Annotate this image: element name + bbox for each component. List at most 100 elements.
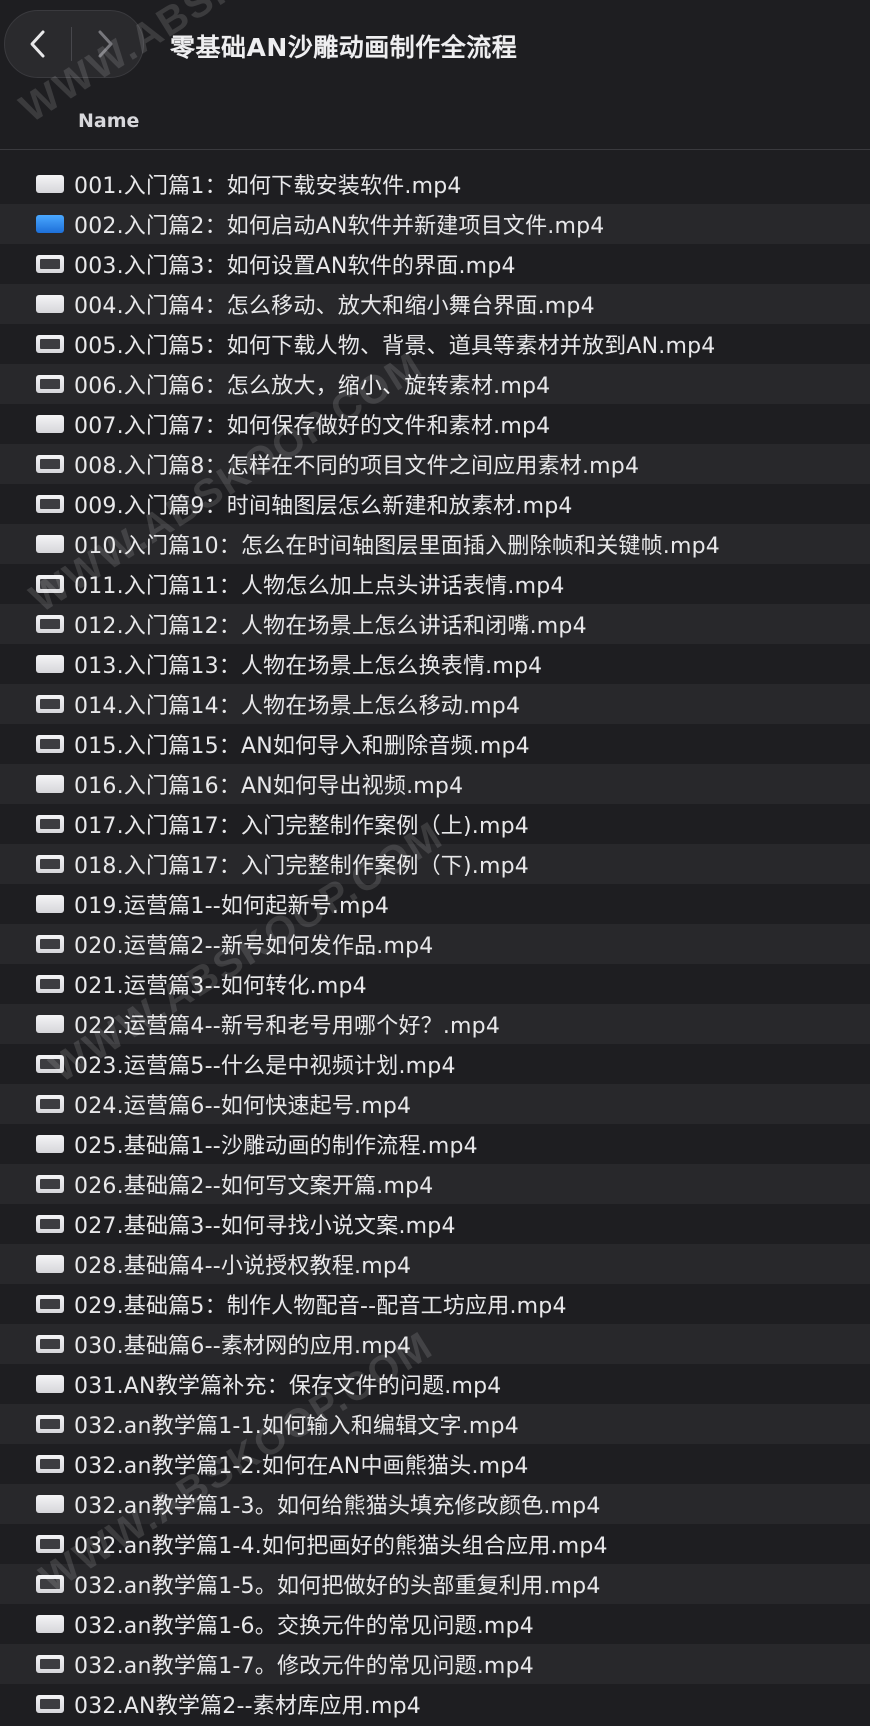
file-name: 011.入门篇11：人物怎么加上点头讲话表情.mp4: [74, 574, 565, 599]
file-row[interactable]: 032.an教学篇1-6。交换元件的常见问题.mp4: [0, 1604, 870, 1644]
file-row[interactable]: 024.运营篇6--如何快速起号.mp4: [0, 1084, 870, 1124]
file-row[interactable]: 029.基础篇5：制作人物配音--配音工坊应用.mp4: [0, 1284, 870, 1324]
file-row[interactable]: 025.基础篇1--沙雕动画的制作流程.mp4: [0, 1124, 870, 1164]
file-row[interactable]: 032.AN教学篇2--素材库应用.mp4: [0, 1684, 870, 1724]
file-row[interactable]: 017.入门篇17：入门完整制作案例（上).mp4: [0, 804, 870, 844]
file-name: 026.基础篇2--如何写文案开篇.mp4: [74, 1174, 434, 1199]
file-row[interactable]: 032.an教学篇1-2.如何在AN中画熊猫头.mp4: [0, 1444, 870, 1484]
file-name: 013.入门篇13：人物在场景上怎么换表情.mp4: [74, 654, 543, 679]
file-name: 032.an教学篇1-1.如何输入和编辑文字.mp4: [74, 1414, 519, 1439]
file-row[interactable]: 014.入门篇14：人物在场景上怎么移动.mp4: [0, 684, 870, 724]
video-file-icon: [36, 695, 64, 713]
video-file-icon: [36, 335, 64, 353]
chevron-right-icon: [98, 30, 113, 58]
file-name: 010.入门篇10：怎么在时间轴图层里面插入删除帧和关键帧.mp4: [74, 534, 720, 559]
file-row[interactable]: 015.入门篇15：AN如何导入和删除音频.mp4: [0, 724, 870, 764]
file-row[interactable]: 021.运营篇3--如何转化.mp4: [0, 964, 870, 1004]
file-name: 003.入门篇3：如何设置AN软件的界面.mp4: [74, 254, 516, 279]
file-row[interactable]: 008.入门篇8：怎样在不同的项目文件之间应用素材.mp4: [0, 444, 870, 484]
file-name: 032.AN教学篇2--素材库应用.mp4: [74, 1694, 421, 1719]
video-file-icon: [36, 775, 64, 793]
video-file-icon: [36, 175, 64, 193]
file-row[interactable]: 002.入门篇2：如何启动AN软件并新建项目文件.mp4: [0, 204, 870, 244]
back-button[interactable]: [5, 11, 71, 77]
file-row[interactable]: 001.入门篇1：如何下载安装软件.mp4: [0, 164, 870, 204]
video-file-icon: [36, 1415, 64, 1433]
file-name: 014.入门篇14：人物在场景上怎么移动.mp4: [74, 694, 521, 719]
file-name: 015.入门篇15：AN如何导入和删除音频.mp4: [74, 734, 530, 759]
video-file-icon: [36, 1455, 64, 1473]
video-file-icon: [36, 855, 64, 873]
file-row[interactable]: 016.入门篇16：AN如何导出视频.mp4: [0, 764, 870, 804]
file-row[interactable]: 006.入门篇6：怎么放大，缩小、旋转素材.mp4: [0, 364, 870, 404]
file-row[interactable]: 011.入门篇11：人物怎么加上点头讲话表情.mp4: [0, 564, 870, 604]
file-row[interactable]: 032.an教学篇1-5。如何把做好的头部重复利用.mp4: [0, 1564, 870, 1604]
file-name: 030.基础篇6--素材网的应用.mp4: [74, 1334, 412, 1359]
file-row[interactable]: 004.入门篇4：怎么移动、放大和缩小舞台界面.mp4: [0, 284, 870, 324]
file-name: 002.入门篇2：如何启动AN软件并新建项目文件.mp4: [74, 214, 605, 239]
video-file-icon: [36, 1575, 64, 1593]
file-row[interactable]: 005.入门篇5：如何下载人物、背景、道具等素材并放到AN.mp4: [0, 324, 870, 364]
file-name: 016.入门篇16：AN如何导出视频.mp4: [74, 774, 464, 799]
file-name: 032.an教学篇1-2.如何在AN中画熊猫头.mp4: [74, 1454, 529, 1479]
file-row[interactable]: 023.运营篇5--什么是中视频计划.mp4: [0, 1044, 870, 1084]
file-name: 012.入门篇12：人物在场景上怎么讲话和闭嘴.mp4: [74, 614, 587, 639]
file-row[interactable]: 032.an教学篇1-1.如何输入和编辑文字.mp4: [0, 1404, 870, 1444]
video-file-icon: [36, 975, 64, 993]
file-row[interactable]: 026.基础篇2--如何写文案开篇.mp4: [0, 1164, 870, 1204]
file-row[interactable]: 010.入门篇10：怎么在时间轴图层里面插入删除帧和关键帧.mp4: [0, 524, 870, 564]
video-file-icon: [36, 1535, 64, 1553]
video-file-icon: [36, 575, 64, 593]
file-name: 020.运营篇2--新号如何发作品.mp4: [74, 934, 434, 959]
file-row[interactable]: 030.基础篇6--素材网的应用.mp4: [0, 1324, 870, 1364]
file-name: 028.基础篇4--小说授权教程.mp4: [74, 1254, 412, 1279]
video-file-icon: [36, 415, 64, 433]
video-file-icon: [36, 455, 64, 473]
video-file-icon: [36, 1135, 64, 1153]
file-name: 006.入门篇6：怎么放大，缩小、旋转素材.mp4: [74, 374, 551, 399]
file-row[interactable]: 012.入门篇12：人物在场景上怎么讲话和闭嘴.mp4: [0, 604, 870, 644]
video-file-icon: [36, 1015, 64, 1033]
video-file-blue-icon: [36, 215, 64, 233]
file-row[interactable]: 018.入门篇17：入门完整制作案例（下).mp4: [0, 844, 870, 884]
file-name: 032.an教学篇1-4.如何把画好的熊猫头组合应用.mp4: [74, 1534, 608, 1559]
file-row[interactable]: 007.入门篇7：如何保存做好的文件和素材.mp4: [0, 404, 870, 444]
file-row[interactable]: 019.运营篇1--如何起新号.mp4: [0, 884, 870, 924]
file-row[interactable]: 032.an教学篇1-4.如何把画好的熊猫头组合应用.mp4: [0, 1524, 870, 1564]
file-name: 023.运营篇5--什么是中视频计划.mp4: [74, 1054, 456, 1079]
file-row[interactable]: 009.入门篇9：时间轴图层怎么新建和放素材.mp4: [0, 484, 870, 524]
video-file-icon: [36, 615, 64, 633]
file-name: 007.入门篇7：如何保存做好的文件和素材.mp4: [74, 414, 551, 439]
file-row[interactable]: 020.运营篇2--新号如何发作品.mp4: [0, 924, 870, 964]
file-row[interactable]: 032.an教学篇1-7。修改元件的常见问题.mp4: [0, 1644, 870, 1684]
video-file-icon: [36, 655, 64, 673]
file-name: 027.基础篇3--如何寻找小说文案.mp4: [74, 1214, 456, 1239]
video-file-icon: [36, 735, 64, 753]
video-file-icon: [36, 535, 64, 553]
file-row[interactable]: 031.AN教学篇补充：保存文件的问题.mp4: [0, 1364, 870, 1404]
video-file-icon: [36, 935, 64, 953]
file-name: 004.入门篇4：怎么移动、放大和缩小舞台界面.mp4: [74, 294, 595, 319]
file-row[interactable]: 028.基础篇4--小说授权教程.mp4: [0, 1244, 870, 1284]
file-name: 005.入门篇5：如何下载人物、背景、道具等素材并放到AN.mp4: [74, 334, 716, 359]
file-row[interactable]: 003.入门篇3：如何设置AN软件的界面.mp4: [0, 244, 870, 284]
file-name: 001.入门篇1：如何下载安装软件.mp4: [74, 174, 462, 199]
file-name: 032.an教学篇1-6。交换元件的常见问题.mp4: [74, 1614, 534, 1639]
video-file-icon: [36, 495, 64, 513]
video-file-icon: [36, 1095, 64, 1113]
forward-button[interactable]: [72, 11, 138, 77]
file-row[interactable]: 022.运营篇4--新号和老号用哪个好？.mp4: [0, 1004, 870, 1044]
video-file-icon: [36, 1615, 64, 1633]
file-name: 022.运营篇4--新号和老号用哪个好？.mp4: [74, 1014, 501, 1039]
file-row[interactable]: 027.基础篇3--如何寻找小说文案.mp4: [0, 1204, 870, 1244]
file-row[interactable]: 032.an教学篇1-3。如何给熊猫头填充修改颜色.mp4: [0, 1484, 870, 1524]
video-file-icon: [36, 1375, 64, 1393]
video-file-icon: [36, 815, 64, 833]
file-name: 017.入门篇17：入门完整制作案例（上).mp4: [74, 814, 529, 839]
file-row[interactable]: 013.入门篇13：人物在场景上怎么换表情.mp4: [0, 644, 870, 684]
name-column-header[interactable]: Name: [78, 110, 139, 132]
video-file-icon: [36, 1655, 64, 1673]
file-name: 019.运营篇1--如何起新号.mp4: [74, 894, 390, 919]
video-file-icon: [36, 1695, 64, 1713]
video-file-icon: [36, 1335, 64, 1353]
